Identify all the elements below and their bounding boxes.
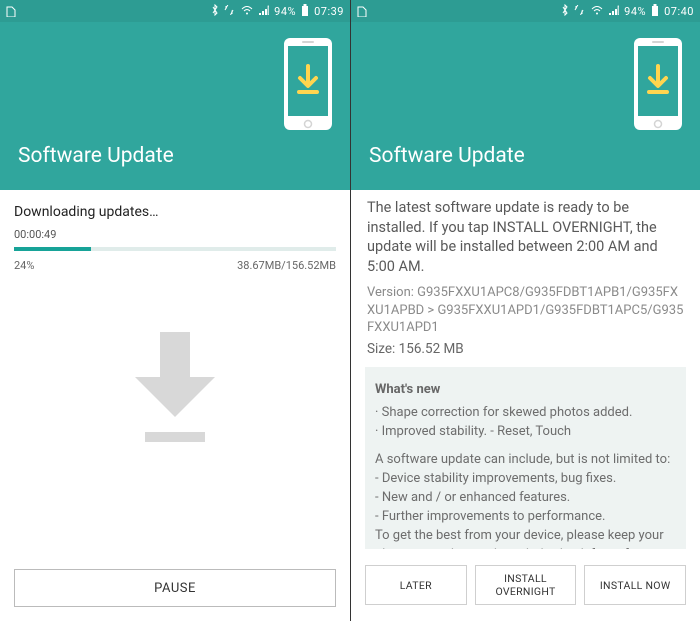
status-left [357,5,367,17]
battery-icon [301,4,309,19]
signal-icon [258,5,269,18]
page-title: Software Update [369,144,525,168]
battery-icon [651,4,659,19]
progress-fill [14,247,91,251]
clock: 07:40 [664,5,694,18]
status-bar: 94% 07:39 [0,0,350,22]
status-bar: 94% 07:40 [351,0,700,22]
whats-new-item: · Improved stability. - Reset, Touch [375,423,676,442]
vibrate-icon [574,5,586,18]
install-content: The latest software update is ready to b… [351,190,700,621]
phone-download: 94% 07:39 Software Update Downloading up… [0,0,350,621]
page-title: Software Update [18,144,174,168]
whats-new-text: A software update can include, but is no… [375,451,676,470]
whats-new-text: - Device stability improvements, bug fix… [375,470,676,489]
status-right: 94% 07:40 [561,4,694,19]
whats-new-item: · Shape correction for skewed photos add… [375,404,676,423]
status-left [6,5,16,17]
install-intro: The latest software update is ready to b… [351,190,700,284]
whats-new-panel[interactable]: What's new · Shape correction for skewed… [365,367,686,549]
vibrate-icon [224,5,236,18]
battery-percent: 94% [274,5,296,18]
phone-download-illustration [632,36,684,132]
install-size: Size: 156.52 MB [351,341,700,367]
download-elapsed: 00:00:49 [14,228,336,241]
sim-icon [6,5,16,17]
header: Software Update [0,22,350,190]
header: Software Update [351,22,700,190]
clock: 07:39 [314,5,344,18]
bluetooth-icon [561,4,569,19]
download-percent: 24% [14,259,34,272]
pause-button[interactable]: PAUSE [14,569,336,607]
download-content: Downloading updates… 00:00:49 24% 38.67M… [0,190,350,555]
download-status: Downloading updates… [14,204,336,220]
progress-numbers: 24% 38.67MB/156.52MB [14,259,336,272]
status-right: 94% 07:39 [211,4,344,19]
whats-new-title: What's new [375,381,676,400]
phone-install: 94% 07:40 Software Update The latest sof… [350,0,700,621]
whats-new-text: - New and / or enhanced features. [375,489,676,508]
bottom-bar: PAUSE [0,555,350,621]
whats-new-text: To get the best from your device, please… [375,527,676,549]
install-version: Version: G935FXXU1APC8/G935FDBT1APB1/G93… [351,284,700,341]
download-arrow-icon [115,322,235,452]
signal-icon [608,5,619,18]
wifi-icon [591,5,603,18]
progress-bar [14,247,336,251]
download-bytes: 38.67MB/156.52MB [237,259,336,272]
battery-percent: 94% [624,5,646,18]
later-button[interactable]: LATER [365,565,467,605]
install-buttons: LATER INSTALL OVERNIGHT INSTALL NOW [351,549,700,621]
bluetooth-icon [211,4,219,19]
whats-new-text: - Further improvements to performance. [375,508,676,527]
install-now-button[interactable]: INSTALL NOW [584,565,686,605]
install-overnight-button[interactable]: INSTALL OVERNIGHT [475,565,577,605]
wifi-icon [241,5,253,18]
sim-icon [357,5,367,17]
phone-download-illustration [282,36,334,132]
